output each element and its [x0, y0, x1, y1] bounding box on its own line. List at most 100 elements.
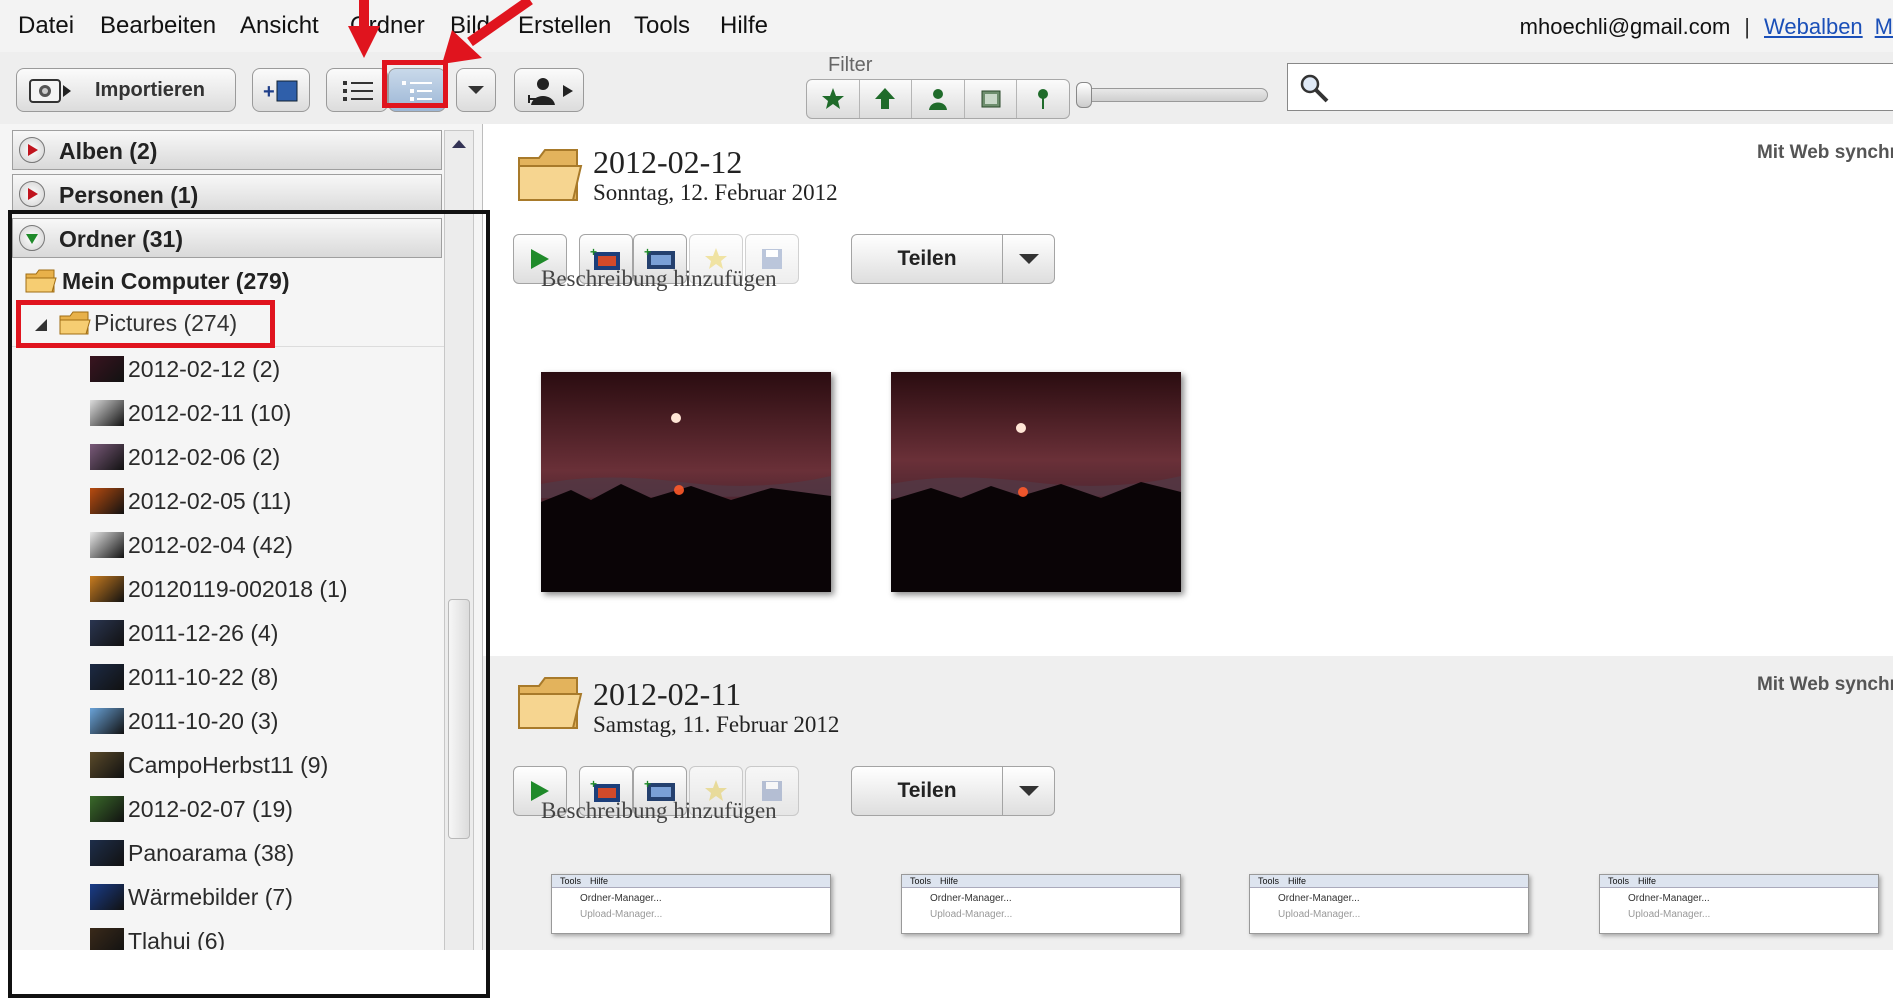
photo-thumbnail[interactable]	[891, 372, 1181, 592]
person-scan-icon	[528, 78, 573, 105]
share-label: Teilen	[897, 779, 957, 802]
filter-video-button[interactable]	[965, 80, 1018, 118]
sunset-photo	[891, 372, 1181, 592]
filter-slider-thumb[interactable]	[1076, 82, 1092, 108]
screenshot-thumbnail[interactable]: Tools Hilfe Ordner-Manager... Upload-Mana…	[901, 874, 1181, 934]
account-email: mhoechli@gmail.com	[1519, 14, 1731, 39]
section-personen[interactable]: Personen (1)	[12, 174, 442, 214]
thumb-menu-text: Hilfe	[1638, 876, 1657, 886]
group-date: Samstag, 11. Februar 2012	[593, 712, 840, 737]
description-field[interactable]: Beschreibung hinzufügen	[541, 798, 777, 824]
filter-group	[806, 79, 1070, 119]
truncated-link[interactable]: M	[1875, 14, 1893, 39]
search-icon	[1300, 74, 1329, 103]
add-album-icon: +	[263, 80, 298, 103]
sunset-photo	[541, 372, 831, 592]
screenshot-thumbnail[interactable]: Tools Hilfe Ordner-Manager... Upload-Mana…	[1599, 874, 1879, 934]
filter-uploaded-button[interactable]	[860, 80, 913, 118]
group-title: 2012-02-11	[593, 676, 742, 712]
svg-text:+: +	[644, 246, 651, 259]
thumb-menubar: Tools Hilfe	[1250, 875, 1528, 888]
menu-bearbeiten[interactable]: Bearbeiten	[100, 12, 216, 40]
screenshot-thumbnail[interactable]: Tools Hilfe Ordner-Manager... Upload-Mana…	[1249, 874, 1529, 934]
filter-label: Filter	[828, 54, 873, 76]
thumb-item: Ordner-Manager...	[580, 893, 662, 904]
share-divider	[1002, 767, 1003, 815]
annotation-red-box-pictures	[16, 300, 275, 348]
search-input[interactable]	[1287, 63, 1893, 111]
toolbar: Importieren + Filter	[0, 52, 1893, 125]
film-icon	[981, 90, 1001, 108]
thumb-item: Upload-Manager...	[1278, 909, 1361, 920]
folder-icon	[518, 677, 583, 729]
folder-icon	[518, 149, 583, 201]
upload-arrow-icon	[875, 88, 896, 109]
section-alben-label: Alben (2)	[59, 138, 158, 164]
chevron-down-icon[interactable]	[1018, 253, 1040, 265]
share-divider	[1002, 235, 1003, 283]
thumb-menu-text: Tools	[560, 876, 582, 886]
description-field[interactable]: Beschreibung hinzufügen	[541, 266, 777, 292]
menu-tools[interactable]: Tools	[634, 12, 690, 40]
menu-ansicht[interactable]: Ansicht	[240, 12, 319, 40]
sync-toggle[interactable]: Mit Web synchr	[1757, 142, 1893, 164]
camera-icon	[29, 79, 71, 103]
list-view-button[interactable]	[326, 68, 388, 112]
thumb-menu-text: Tools	[1258, 876, 1280, 886]
thumb-menubar: Tools Hilfe	[902, 875, 1180, 888]
chevron-down-icon[interactable]	[1018, 785, 1040, 797]
thumb-item: Ordner-Manager...	[930, 893, 1012, 904]
svg-text:+: +	[590, 778, 597, 791]
svg-text:+: +	[590, 246, 597, 259]
section-alben[interactable]: Alben (2)	[12, 130, 442, 170]
filter-star-button[interactable]	[807, 80, 860, 118]
sync-toggle[interactable]: Mit Web synchr	[1757, 674, 1893, 696]
import-label: Importieren	[95, 79, 206, 101]
folder-group-1: 2012-02-12 Sonntag, 12. Februar 2012 Mit…	[483, 124, 1893, 656]
thumb-item: Ordner-Manager...	[1278, 893, 1360, 904]
thumb-menu-text: Hilfe	[1288, 876, 1307, 886]
main-content: 2012-02-12 Sonntag, 12. Februar 2012 Mit…	[483, 124, 1893, 998]
menu-datei[interactable]: Datei	[18, 12, 74, 40]
filter-geotag-button[interactable]	[1017, 80, 1069, 118]
group-title: 2012-02-12	[593, 144, 743, 180]
view-dropdown-button[interactable]	[456, 68, 496, 112]
group-date: Sonntag, 12. Februar 2012	[593, 180, 838, 205]
annotation-arrows	[348, 0, 533, 64]
share-button[interactable]: Teilen	[851, 234, 1055, 284]
section-personen-label: Personen (1)	[59, 182, 199, 208]
thumb-menu-text: Hilfe	[940, 876, 959, 886]
thumb-item: Upload-Manager...	[930, 909, 1013, 920]
filter-slider-track[interactable]	[1082, 88, 1268, 102]
import-button[interactable]: Importieren	[16, 68, 236, 112]
account-separator: |	[1744, 14, 1750, 39]
share-button[interactable]: Teilen	[851, 766, 1055, 816]
folder-group-2: 2012-02-11 Samstag, 11. Februar 2012 Mit…	[483, 656, 1893, 998]
share-label: Teilen	[897, 247, 957, 270]
svg-text:+: +	[263, 81, 275, 103]
photo-thumbnail[interactable]	[541, 372, 831, 592]
people-tool-button[interactable]	[514, 68, 584, 112]
svg-text:+: +	[644, 778, 651, 791]
chevron-down-icon	[468, 86, 484, 94]
thumb-menubar: Tools Hilfe	[1600, 875, 1878, 888]
thumb-menu-text: Tools	[1608, 876, 1630, 886]
filter-people-button[interactable]	[912, 80, 965, 118]
screenshot-thumbnail[interactable]: Tools Hilfe Ordner-Manager... Upload-Mana…	[551, 874, 831, 934]
pin-icon	[1038, 89, 1049, 109]
add-to-album-button[interactable]: +	[252, 68, 310, 112]
thumb-menu-text: Hilfe	[590, 876, 609, 886]
thumb-menu-text: Tools	[910, 876, 932, 886]
thumb-item: Upload-Manager...	[580, 909, 663, 920]
webalben-link[interactable]: Webalben	[1764, 14, 1863, 39]
thumb-menubar: Tools Hilfe	[552, 875, 830, 888]
scroll-up-icon[interactable]	[451, 139, 467, 149]
expand-alben-icon	[19, 137, 45, 163]
star-icon	[821, 88, 844, 109]
list-view-icon	[343, 81, 373, 101]
menu-hilfe[interactable]: Hilfe	[720, 12, 768, 40]
thumb-item: Upload-Manager...	[1628, 909, 1711, 920]
person-icon	[928, 89, 947, 110]
account-area: mhoechli@gmail.com | Webalben M	[1520, 14, 1893, 40]
expand-personen-icon	[19, 181, 45, 207]
